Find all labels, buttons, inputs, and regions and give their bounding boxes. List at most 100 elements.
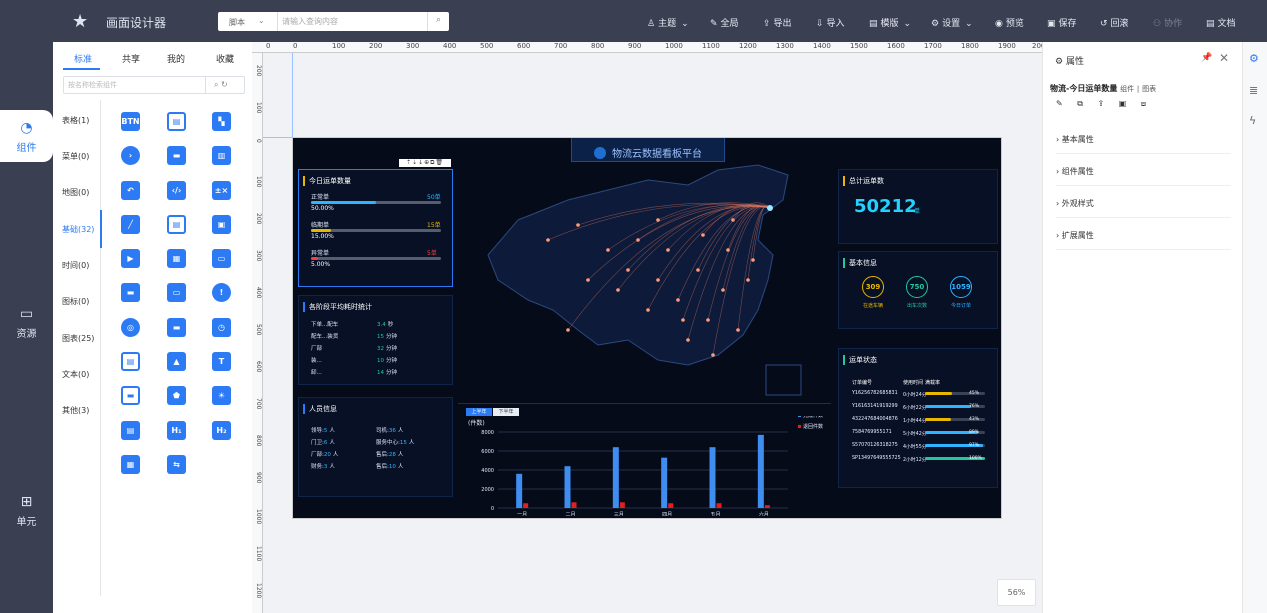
- section-component-props[interactable]: › 组件属性: [1056, 158, 1231, 186]
- tab-favorites[interactable]: 收藏: [216, 52, 234, 65]
- component-tile[interactable]: ›: [121, 146, 140, 165]
- tab-second-half[interactable]: 下半年: [493, 408, 519, 416]
- component-tile[interactable]: ⇆: [167, 455, 186, 474]
- tab-mine[interactable]: 我的: [167, 52, 185, 65]
- iconbar-item-components[interactable]: ◔ 组件: [0, 110, 53, 162]
- component-tile[interactable]: ╱: [121, 215, 140, 234]
- component-tile[interactable]: ▤: [121, 352, 140, 371]
- zoom-level[interactable]: 56%: [997, 579, 1036, 606]
- component-tile[interactable]: ◎: [121, 318, 140, 337]
- menu-template[interactable]: ▤ 模版 ⌄: [869, 16, 911, 29]
- tab-standard[interactable]: 标准: [74, 52, 92, 65]
- component-tools[interactable]: ✎ ⧉ ⇪ ▣ ⧈: [1056, 99, 1152, 109]
- close-icon[interactable]: ✕: [1219, 51, 1229, 65]
- stage-duration: 32 分钟: [377, 344, 397, 352]
- category-item[interactable]: 菜单(0): [62, 151, 89, 162]
- load-percent: 43%: [969, 417, 980, 422]
- component-tile[interactable]: ▤: [121, 421, 140, 440]
- component-tile[interactable]: ▬: [121, 386, 140, 405]
- component-tile[interactable]: ▚: [212, 112, 231, 131]
- search-type-select[interactable]: 脚本 ⌄: [218, 12, 278, 31]
- component-tile[interactable]: BTN: [121, 112, 140, 131]
- module-toolbar[interactable]: ⇡⇣↓⊕⧉🗑: [399, 159, 451, 167]
- menu-upload[interactable]: ⇪ 导出: [763, 16, 792, 29]
- staff-entry: 司机:36 人: [376, 426, 403, 434]
- category-item[interactable]: 时间(0): [62, 260, 89, 271]
- section-extended-props[interactable]: › 扩展属性: [1056, 222, 1231, 250]
- component-tile[interactable]: H₁: [167, 421, 186, 440]
- component-tile[interactable]: ▬: [167, 318, 186, 337]
- ruler-tick-label: 100: [332, 42, 346, 50]
- iconbar-item-resources[interactable]: ▭ 资源: [0, 306, 53, 340]
- menu-edit[interactable]: ✎ 全局: [710, 16, 739, 29]
- module-stage-time[interactable]: 各阶段平均耗时统计 下单...配车 3.4 秒配车...装货 15 分钟 厂部 32 分钟 装.…: [298, 295, 453, 385]
- selected-component-title: 物流-今日运单数量 组件 | 图表: [1050, 83, 1156, 94]
- category-item[interactable]: 文本(0): [62, 369, 89, 380]
- menu-label: 协作: [1164, 19, 1183, 29]
- component-tile[interactable]: ▤: [167, 215, 186, 234]
- search-icon[interactable]: ⌕ ↻: [205, 77, 245, 93]
- category-item[interactable]: 基础(32): [62, 224, 94, 235]
- staff-role: 服务中心:: [376, 440, 400, 446]
- iconbar-item-units[interactable]: ⊞ 单元: [0, 494, 53, 528]
- iconbar-label: 组件: [16, 143, 37, 154]
- menu-download[interactable]: ⇩ 导入: [816, 16, 845, 29]
- dashboard-canvas[interactable]: 物流云数据看板平台 今日运单数量 正常单 50单 50.00% 临期单 15单 15.00…: [292, 137, 1002, 519]
- tab-first-half[interactable]: 上半年: [466, 408, 492, 416]
- category-item[interactable]: 其他(3): [62, 405, 89, 416]
- component-tile[interactable]: ▭: [212, 249, 231, 268]
- component-tile[interactable]: ▤: [167, 112, 186, 131]
- module-title: 基本信息: [843, 258, 877, 268]
- component-tile[interactable]: ▦: [167, 249, 186, 268]
- china-logistics-map[interactable]: [458, 160, 836, 400]
- component-tile[interactable]: ▶: [121, 249, 140, 268]
- component-tile[interactable]: ▣: [212, 215, 231, 234]
- module-staff-info[interactable]: 人员信息 领导:5 人司机:36 人门卫:6 人服务中心:15 人厂部:20 人售后:28…: [298, 397, 453, 497]
- component-tile[interactable]: ▦: [121, 455, 140, 474]
- load-fill: [925, 392, 952, 395]
- city-point: [696, 268, 700, 272]
- menu-tshirt[interactable]: ♙ 主题 ⌄: [647, 16, 689, 29]
- menu-gear[interactable]: ⚙ 设置 ⌄: [931, 16, 973, 29]
- category-item[interactable]: 地图(0): [62, 187, 89, 198]
- component-tile[interactable]: ▥: [212, 146, 231, 165]
- component-tile[interactable]: !: [212, 283, 231, 302]
- component-search-input[interactable]: [64, 77, 202, 93]
- tab-shared[interactable]: 共享: [122, 52, 140, 65]
- category-item[interactable]: 图表(25): [62, 333, 94, 344]
- category-item[interactable]: 表格(1): [62, 115, 89, 126]
- pin-icon[interactable]: 📌: [1201, 53, 1212, 63]
- section-basic-props[interactable]: › 基本属性: [1056, 126, 1231, 154]
- component-tile[interactable]: H₂: [212, 421, 231, 440]
- component-tile[interactable]: ±×: [212, 181, 231, 200]
- menu-label: 导出: [773, 19, 792, 29]
- component-tile[interactable]: ‹/›: [167, 181, 186, 200]
- menu-document[interactable]: ▤ 文档: [1206, 16, 1236, 29]
- component-tile[interactable]: ☀: [212, 386, 231, 405]
- category-divider: [100, 100, 101, 596]
- component-tile[interactable]: ⬟: [167, 386, 186, 405]
- component-tile[interactable]: T: [212, 352, 231, 371]
- bar-completed: [709, 447, 716, 508]
- x-tick-label: 六月: [759, 511, 769, 516]
- order-time: 4小时55分: [903, 445, 927, 450]
- component-tile[interactable]: ▬: [121, 283, 140, 302]
- database-icon[interactable]: ≣: [1249, 84, 1258, 97]
- section-appearance[interactable]: › 外观样式: [1056, 190, 1231, 218]
- search-icon[interactable]: ⌕: [427, 12, 449, 31]
- stage-unit: 秒: [387, 322, 394, 328]
- component-tile[interactable]: ◷: [212, 318, 231, 337]
- category-item[interactable]: 图标(0): [62, 296, 89, 307]
- lightning-icon[interactable]: ϟ: [1249, 114, 1256, 127]
- component-tile[interactable]: ▬: [167, 146, 186, 165]
- menu-eye[interactable]: ◉ 预览: [995, 16, 1024, 29]
- module-today-orders[interactable]: 今日运单数量 正常单 50单 50.00% 临期单 15单 15.00% 异常单 5单 5.00…: [298, 169, 453, 287]
- city-point: [566, 328, 570, 332]
- gear-icon[interactable]: ⚙: [1249, 52, 1259, 65]
- menu-save[interactable]: ▣ 保存: [1047, 16, 1077, 29]
- search-input[interactable]: [279, 12, 427, 31]
- component-tile[interactable]: ▭: [167, 283, 186, 302]
- menu-history[interactable]: ↺ 回滚: [1100, 16, 1129, 29]
- component-tile[interactable]: ↶: [121, 181, 140, 200]
- component-tile[interactable]: ▲: [167, 352, 186, 371]
